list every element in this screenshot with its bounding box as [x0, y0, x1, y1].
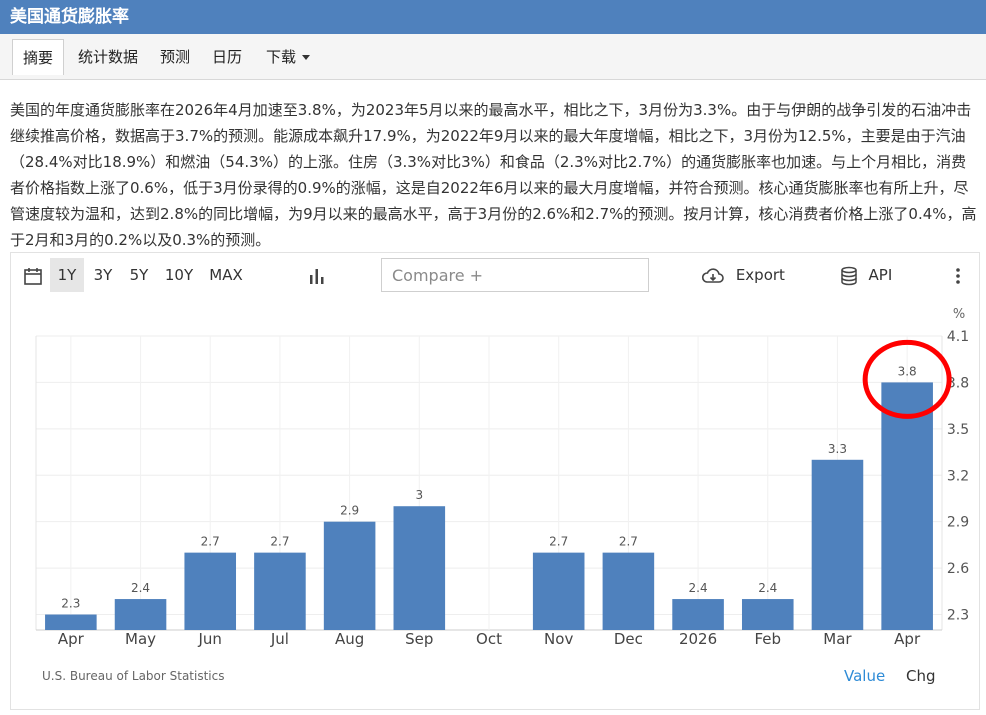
data-label: 2.4 — [689, 581, 708, 595]
bar-0[interactable] — [45, 614, 97, 630]
bar-9[interactable] — [672, 599, 724, 630]
y-tick-label: 2.3 — [947, 608, 969, 624]
data-label: 2.7 — [549, 535, 568, 549]
data-label: 3.3 — [828, 442, 847, 456]
data-label: 2.4 — [131, 581, 150, 595]
bar-11[interactable] — [811, 459, 864, 630]
bar-1[interactable] — [114, 599, 167, 630]
y-tick-label: 2.6 — [947, 561, 969, 577]
bar-8[interactable] — [602, 552, 655, 630]
chg-toggle[interactable]: Chg — [906, 667, 936, 685]
bar-12[interactable] — [881, 382, 933, 630]
x-tick-label: Feb — [754, 630, 781, 648]
y-tick-label: 3.2 — [947, 468, 969, 484]
x-tick-label: Jul — [270, 630, 289, 648]
data-label: 3.8 — [898, 364, 917, 378]
x-tick-label: Aug — [335, 630, 364, 648]
bar-2[interactable] — [184, 552, 237, 630]
x-tick-label: Sep — [405, 630, 433, 648]
x-tick-label: Dec — [614, 630, 643, 648]
value-toggle[interactable]: Value — [844, 667, 885, 685]
x-tick-label: Nov — [544, 630, 573, 648]
bar-5[interactable] — [393, 506, 446, 630]
x-tick-label: Jun — [198, 630, 222, 648]
y-tick-label: 2.9 — [947, 515, 969, 531]
data-label: 2.9 — [340, 504, 359, 518]
y-tick-label: 3.5 — [947, 422, 969, 438]
source-note: U.S. Bureau of Labor Statistics — [42, 669, 225, 683]
x-tick-label: May — [125, 630, 156, 648]
data-label: 2.7 — [270, 535, 289, 549]
bar-4[interactable] — [323, 521, 376, 630]
y-axis-unit: % — [953, 307, 965, 322]
data-label: 2.7 — [619, 535, 638, 549]
bar-chart: 4.1 3.8 3.5 3.2 2.9 2.6 2.3 2.3 Apr 2.4 May 2.7 Jun 2… — [35, 307, 969, 648]
x-tick-label: 2026 — [679, 630, 717, 648]
bar-10[interactable] — [741, 599, 794, 630]
data-label: 2.3 — [61, 597, 80, 611]
x-tick-label: Oct — [476, 630, 502, 648]
data-label: 3 — [415, 488, 423, 502]
bar-7[interactable] — [532, 552, 585, 630]
data-label: 2.7 — [201, 535, 220, 549]
bar-3[interactable] — [254, 552, 306, 630]
y-tick-label: 4.1 — [947, 329, 969, 345]
x-tick-label: Apr — [894, 630, 921, 648]
x-tick-label: Mar — [823, 630, 852, 648]
x-tick-label: Apr — [58, 630, 85, 648]
data-label: 2.4 — [758, 581, 777, 595]
